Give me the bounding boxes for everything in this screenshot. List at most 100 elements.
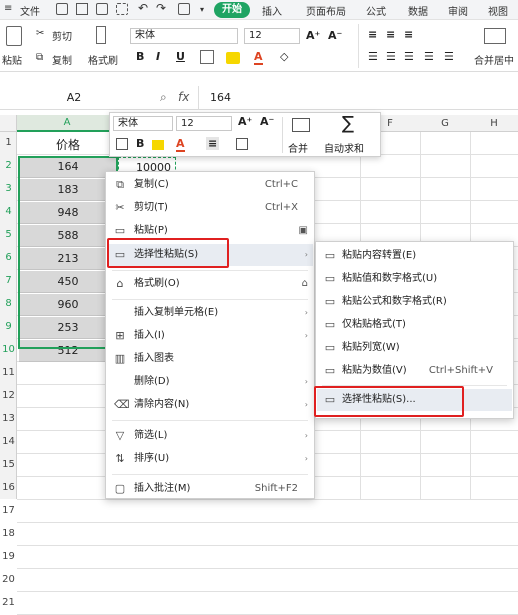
submenu-item-paste-as-values[interactable]: ▭ 粘贴为数值(V) Ctrl+Shift+V <box>316 360 513 382</box>
align-bottom-icon[interactable]: ≡ <box>404 28 413 41</box>
align-top-icon[interactable]: ≡ <box>368 28 377 41</box>
mini-font-select[interactable]: 宋体 <box>113 116 173 131</box>
mini-merge-button[interactable]: 合并 <box>288 140 308 155</box>
row-number[interactable]: 7 <box>0 275 17 286</box>
bold-button[interactable]: B <box>136 50 144 63</box>
menu-item-cut[interactable]: ✂ 剪切(T) Ctrl+X <box>106 197 314 219</box>
menu-file[interactable]: 文件 <box>20 3 40 18</box>
row-number[interactable]: 16 <box>0 482 17 493</box>
paste-icon[interactable] <box>6 26 22 46</box>
column-header-g[interactable]: G <box>420 115 470 132</box>
undo-icon[interactable]: ↶ <box>138 1 148 15</box>
merge-icon[interactable] <box>484 28 506 44</box>
row-number[interactable]: 18 <box>0 528 17 539</box>
submenu-item-transpose[interactable]: ▭ 粘贴内容转置(E) <box>316 245 513 267</box>
row-number[interactable]: 11 <box>0 367 17 378</box>
table-icon[interactable] <box>178 3 190 15</box>
mini-bold-button[interactable]: B <box>136 137 144 150</box>
print-preview-icon[interactable] <box>116 3 128 15</box>
mini-font-color-button[interactable]: A <box>176 137 185 152</box>
italic-button[interactable]: I <box>156 50 160 63</box>
mini-font-size-decrease-icon[interactable]: A⁻ <box>260 115 274 128</box>
row-number[interactable]: 2 <box>0 160 17 171</box>
row-number[interactable]: 17 <box>0 505 17 516</box>
align-right-icon[interactable]: ☰ <box>404 50 414 63</box>
name-box[interactable]: A2 <box>4 89 144 107</box>
mini-autosum-button[interactable]: 自动求和 <box>324 140 364 155</box>
mini-border-icon[interactable] <box>236 138 248 150</box>
row-number[interactable]: 15 <box>0 459 17 470</box>
copy-icon[interactable]: ⧉ <box>36 52 43 63</box>
merge-center-button[interactable]: 合并居中 <box>474 52 514 67</box>
align-left-icon[interactable]: ☰ <box>368 50 378 63</box>
font-color-button[interactable]: A <box>254 50 263 65</box>
row-number[interactable]: 9 <box>0 321 17 332</box>
hamburger-icon[interactable]: ≡ <box>4 3 12 14</box>
border-icon[interactable] <box>200 50 214 64</box>
submenu-item-formulas-number-format[interactable]: ▭ 粘贴公式和数字格式(R) <box>316 291 513 313</box>
menu-item-filter[interactable]: ▽ 筛选(L) › <box>106 425 314 447</box>
row-number[interactable]: 10 <box>0 344 17 355</box>
export-icon[interactable] <box>76 3 88 15</box>
tab-formula[interactable]: 公式 <box>366 3 386 18</box>
font-name-select[interactable]: 宋体 <box>130 28 238 44</box>
menu-item-copy[interactable]: ⧉ 复制(C) Ctrl+C <box>106 174 314 196</box>
more-icon[interactable]: ▾ <box>200 5 204 14</box>
sigma-icon[interactable]: ∑ <box>342 113 354 134</box>
align-center-icon[interactable]: ☰ <box>386 50 396 63</box>
submenu-item-values-number-format[interactable]: ▭ 粘贴值和数字格式(U) <box>316 268 513 290</box>
row-number[interactable]: 5 <box>0 229 17 240</box>
redo-icon[interactable]: ↷ <box>156 1 166 15</box>
cut-button[interactable]: 剪切 <box>52 28 72 43</box>
menu-item-insert[interactable]: ⊞ 插入(I) › <box>106 325 314 347</box>
row-number[interactable]: 21 <box>0 597 17 608</box>
row-number[interactable]: 3 <box>0 183 17 194</box>
submenu-item-formats-only[interactable]: ▭ 仅粘贴格式(T) <box>316 314 513 336</box>
menu-item-format-painter[interactable]: ⌂ 格式刷(O) ⌂ <box>106 273 314 295</box>
mini-align-icon[interactable]: ≡ <box>206 137 220 150</box>
underline-button[interactable]: U <box>176 50 185 63</box>
mini-format-icon[interactable] <box>116 138 128 150</box>
row-number[interactable]: 8 <box>0 298 17 309</box>
fx-icon[interactable]: fx <box>178 90 189 104</box>
copy-button[interactable]: 复制 <box>52 52 72 67</box>
header-cell-price[interactable]: 价格 <box>19 134 117 156</box>
row-number[interactable]: 12 <box>0 390 17 401</box>
clear-format-icon[interactable]: ◇ <box>280 50 288 63</box>
tab-review[interactable]: 审阅 <box>448 3 468 18</box>
font-size-decrease-button[interactable]: A⁻ <box>328 29 342 42</box>
font-size-increase-button[interactable]: A⁺ <box>306 29 320 42</box>
fill-color-icon[interactable] <box>226 52 240 64</box>
menu-item-insert-comment[interactable]: ▢ 插入批注(M) Shift+F2 <box>106 478 314 500</box>
scissors-icon[interactable]: ✂ <box>36 28 44 39</box>
zoom-icon[interactable]: ⌕ <box>160 90 167 105</box>
tab-data[interactable]: 数据 <box>408 3 428 18</box>
paste-button[interactable]: 粘贴 <box>2 52 22 67</box>
menu-item-delete[interactable]: 删除(D) › <box>106 371 314 393</box>
mini-fill-color-icon[interactable] <box>152 140 164 150</box>
row-number[interactable]: 4 <box>0 206 17 217</box>
font-size-select[interactable]: 12 <box>244 28 300 44</box>
row-number[interactable]: 20 <box>0 574 17 585</box>
column-header-h[interactable]: H <box>470 115 518 132</box>
row-number[interactable]: 6 <box>0 252 17 263</box>
print-icon[interactable] <box>96 3 108 15</box>
menu-item-insert-copied-cells[interactable]: 插入复制单元格(E) › <box>106 302 314 324</box>
justify-icon[interactable]: ☰ <box>424 50 434 63</box>
mini-merge-icon[interactable] <box>292 118 310 132</box>
row-number[interactable]: 13 <box>0 413 17 424</box>
row-number[interactable]: 19 <box>0 551 17 562</box>
format-painter-icon[interactable] <box>96 26 106 44</box>
menu-item-clear-contents[interactable]: ⌫ 清除内容(N) › <box>106 394 314 416</box>
column-header-a[interactable]: A <box>17 115 117 132</box>
distributed-icon[interactable]: ☰ <box>444 50 454 63</box>
mini-size-select[interactable]: 12 <box>176 116 232 131</box>
save-icon[interactable] <box>56 3 68 15</box>
row-number[interactable]: 14 <box>0 436 17 447</box>
align-middle-icon[interactable]: ≡ <box>386 28 395 41</box>
mini-font-size-increase-icon[interactable]: A⁺ <box>238 115 252 128</box>
submenu-item-column-widths[interactable]: ▭ 粘贴列宽(W) <box>316 337 513 359</box>
tab-insert[interactable]: 插入 <box>262 3 282 18</box>
tab-page-layout[interactable]: 页面布局 <box>306 3 346 18</box>
row-number[interactable]: 1 <box>0 137 17 148</box>
